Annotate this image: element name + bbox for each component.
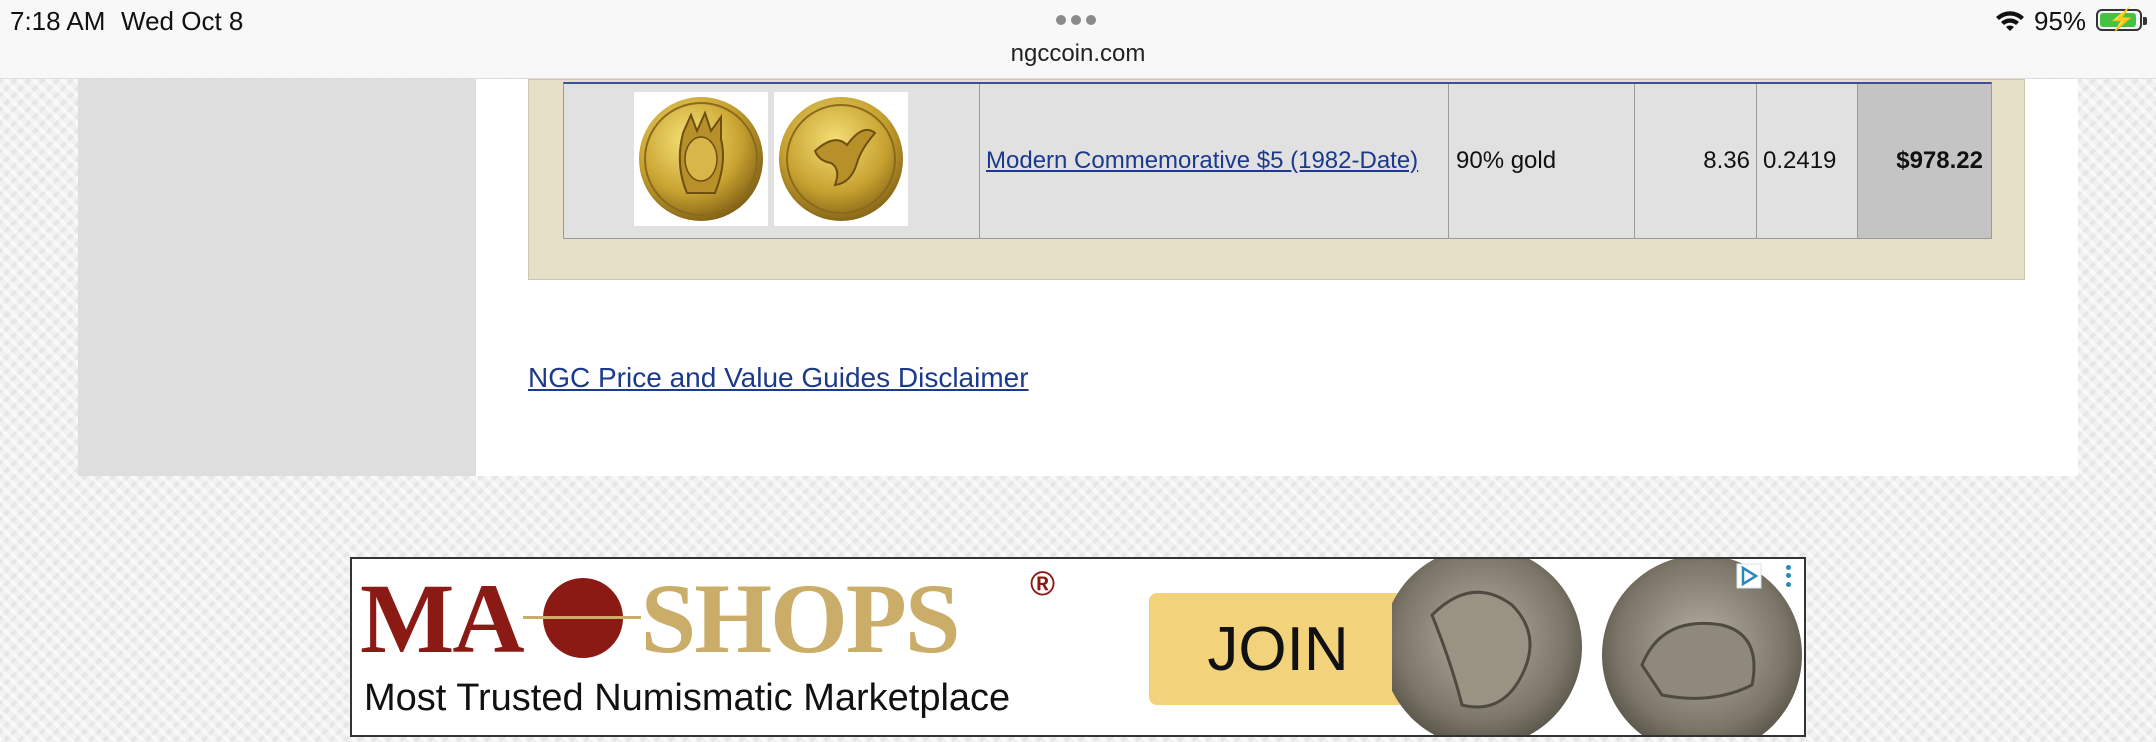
description-cell: Modern Commemorative $5 (1982-Date) [980,84,1449,238]
value-cell: $978.22 [1858,84,1991,238]
ad-menu-icon[interactable] [1778,563,1798,589]
ad-logo-right: SHOPS [640,563,961,674]
coin-value: $978.22 [1896,147,1983,174]
ad-logo: MA SHOPS [360,569,960,669]
ad-tagline: Most Trusted Numismatic Marketplace [364,677,1011,719]
price-table-row: Modern Commemorative $5 (1982-Date) 90% … [563,82,1992,239]
left-sidebar [78,79,476,476]
coin-images-cell [564,84,980,238]
address-bar-url[interactable]: ngccoin.com [0,40,2156,68]
status-bar: 7:18 AM Wed Oct 8 ngccoin.com 95% ⚡ [0,0,2156,79]
battery-charging-icon: ⚡ [2096,7,2147,32]
status-date: Wed Oct 8 [121,6,244,36]
registered-mark: ® [1030,565,1056,603]
weight-cell: 8.36 [1635,84,1757,238]
advertisement-banner[interactable]: MA SHOPS ® Most Trusted Numismatic Market… [350,557,1806,737]
actual-content-cell: 0.2419 [1757,84,1858,238]
coin-reverse-image[interactable] [774,92,908,226]
ad-logo-left: MA [360,563,525,674]
adchoices-icon[interactable] [1736,563,1762,589]
join-button[interactable]: JOIN [1149,593,1407,705]
status-time: 7:18 AM [10,6,106,36]
battery-percent: 95% [2034,6,2087,36]
disclaimer-link[interactable]: NGC Price and Value Guides Disclaimer [528,362,1029,394]
coin-description-link[interactable]: Modern Commemorative $5 (1982-Date) [986,147,1418,175]
wifi-icon [1996,11,2024,31]
multitasking-dots-icon[interactable] [1056,15,1096,25]
coin-obverse-image[interactable] [634,92,768,226]
composition-cell: 90% gold [1449,84,1635,238]
